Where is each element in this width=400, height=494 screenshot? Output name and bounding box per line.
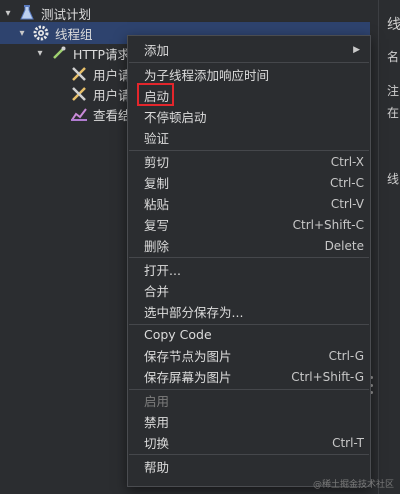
menu-item-add-think-times[interactable]: 为子线程添加响应时间 — [128, 64, 370, 85]
menu-item-shortcut: Ctrl-C — [329, 175, 364, 190]
menu-item-label: 不停顿启动 — [144, 110, 207, 125]
name-label-fragment: 名 — [387, 50, 400, 64]
menu-item-label: 切换 — [144, 436, 170, 451]
menu-item-label: 打开... — [144, 263, 181, 278]
wrench-screwdriver-icon — [70, 65, 88, 83]
menu-item-label: 禁用 — [144, 415, 170, 430]
tree-item-user-param-2[interactable]: 用户请 — [70, 83, 131, 105]
menu-item-label: 选中部分保存为... — [144, 305, 244, 320]
menu-item-duplicate[interactable]: 复写 Ctrl+Shift-C — [128, 214, 370, 235]
tree-item-test-plan[interactable]: ▾ 测试计划 — [2, 2, 91, 24]
menu-item-cut[interactable]: 剪切 Ctrl-X — [128, 151, 370, 172]
menu-item-save-node-as-image[interactable]: 保存节点为图片 Ctrl-G — [128, 345, 370, 366]
element-properties-panel: 线 名 注 在 线 — [378, 0, 400, 494]
collapse-chevron-icon[interactable]: ▾ — [2, 7, 14, 19]
start-item-highlight-box — [137, 83, 174, 106]
menu-item-shortcut: Ctrl-V — [330, 196, 364, 211]
menu-item-open[interactable]: 打开... — [128, 259, 370, 280]
menu-item-shortcut: Ctrl-T — [332, 435, 364, 450]
thread-properties-fragment: 线 — [387, 172, 400, 186]
tree-item-label: HTTP请求 — [73, 46, 130, 62]
tree-item-label: 查看结 — [93, 107, 131, 123]
option-label-fragment: 在 — [387, 106, 400, 120]
menu-item-disable[interactable]: 禁用 — [128, 411, 370, 432]
menu-item-shortcut: Ctrl-G — [328, 348, 364, 363]
menu-item-validate[interactable]: 验证 — [128, 127, 370, 148]
gear-icon — [32, 24, 50, 42]
menu-item-start-no-pauses[interactable]: 不停顿启动 — [128, 106, 370, 127]
menu-item-add[interactable]: 添加 ▶ — [128, 39, 370, 60]
results-tree-icon — [70, 105, 88, 123]
menu-item-delete[interactable]: 删除 Delete — [128, 235, 370, 256]
menu-item-label: 保存节点为图片 — [144, 349, 232, 364]
menu-item-label: 复制 — [144, 176, 170, 191]
menu-item-label: 启用 — [144, 394, 170, 409]
menu-item-shortcut: Ctrl+Shift-G — [291, 369, 364, 384]
tree-item-label: 用户请 — [93, 67, 131, 83]
tree-item-view-results[interactable]: 查看结 — [70, 103, 131, 125]
menu-item-label: 删除 — [144, 239, 170, 254]
menu-item-label: 保存屏幕为图片 — [144, 370, 232, 385]
menu-item-merge[interactable]: 合并 — [128, 280, 370, 301]
menu-item-label: 为子线程添加响应时间 — [144, 68, 270, 83]
wrench-screwdriver-icon — [70, 85, 88, 103]
menu-item-label: 帮助 — [144, 460, 170, 475]
menu-item-label: Copy Code — [144, 327, 212, 342]
menu-item-save-selection-as[interactable]: 选中部分保存为... — [128, 301, 370, 322]
flask-icon — [18, 4, 36, 22]
menu-item-label: 剪切 — [144, 155, 170, 170]
tree-item-user-param-1[interactable]: 用户请 — [70, 63, 131, 85]
pipette-icon — [50, 44, 68, 62]
menu-separator — [129, 257, 369, 258]
tree-item-http-request[interactable]: ▾ HTTP请求 — [34, 42, 130, 64]
menu-item-enable: 启用 — [128, 390, 370, 411]
menu-item-save-screen-as-image[interactable]: 保存屏幕为图片 Ctrl+Shift-G — [128, 366, 370, 387]
tree-item-label: 线程组 — [55, 26, 93, 42]
collapse-chevron-icon[interactable]: ▾ — [34, 47, 46, 59]
menu-item-copy[interactable]: 复制 Ctrl-C — [128, 172, 370, 193]
panel-title-fragment: 线 — [387, 17, 400, 33]
tree-item-label: 用户请 — [93, 87, 131, 103]
comment-label-fragment: 注 — [387, 84, 400, 98]
menu-item-label: 合并 — [144, 284, 170, 299]
menu-item-shortcut: Ctrl-X — [330, 154, 364, 169]
menu-separator — [129, 454, 369, 455]
menu-item-toggle[interactable]: 切换 Ctrl-T — [128, 432, 370, 453]
menu-item-label: 添加 — [144, 43, 170, 58]
menu-item-copy-code[interactable]: Copy Code — [128, 324, 370, 345]
menu-item-shortcut: Delete — [324, 238, 364, 253]
menu-separator — [129, 62, 369, 63]
menu-item-label: 复写 — [144, 218, 170, 233]
menu-item-label: 粘贴 — [144, 197, 170, 212]
tree-item-label: 测试计划 — [41, 6, 92, 22]
submenu-arrow-icon: ▶ — [353, 44, 360, 55]
menu-item-label: 验证 — [144, 131, 170, 146]
menu-item-paste[interactable]: 粘贴 Ctrl-V — [128, 193, 370, 214]
collapse-chevron-icon[interactable]: ▾ — [16, 27, 28, 39]
watermark: @稀土掘金技术社区 — [312, 480, 394, 490]
menu-item-help[interactable]: 帮助 — [128, 456, 370, 477]
menu-item-shortcut: Ctrl+Shift-C — [292, 217, 364, 232]
